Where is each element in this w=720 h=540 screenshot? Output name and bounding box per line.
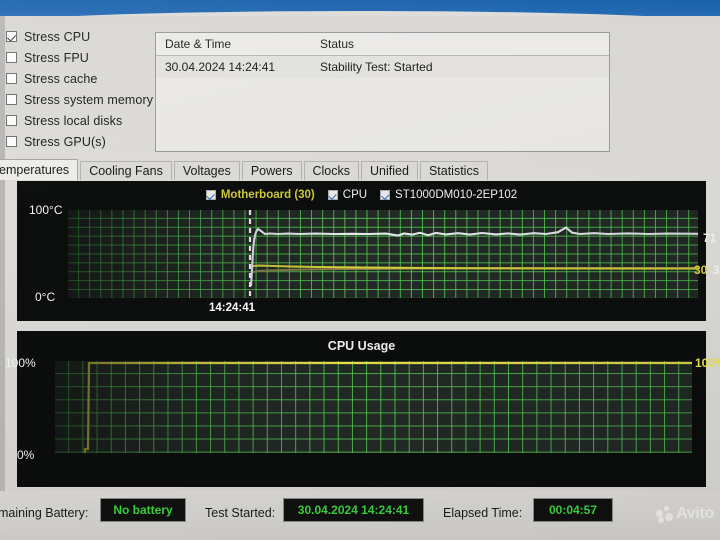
- test-started-label: Test Started:: [205, 506, 276, 520]
- stress-option-local-disks[interactable]: Stress local disks: [6, 110, 156, 131]
- cpu-usage-series-svg: [83, 361, 692, 453]
- checkbox-icon[interactable]: [6, 52, 17, 63]
- event-log-table[interactable]: Date & Time Status 30.04.2024 14:24:41 S…: [155, 32, 610, 152]
- tab-powers[interactable]: Powers: [241, 161, 302, 180]
- temp-value-cpu: 71: [703, 231, 717, 245]
- stress-option-label: Stress FPU: [24, 50, 89, 65]
- tab-label: Powers: [250, 164, 293, 178]
- cpu-usage-title: CPU Usage: [327, 339, 396, 353]
- battery-value: No battery: [100, 498, 186, 522]
- window-left-edge: [0, 16, 5, 540]
- stress-option-label: Stress system memory: [24, 92, 154, 107]
- checkbox-checked-icon[interactable]: [6, 31, 17, 42]
- battery-label: maining Battery:: [0, 506, 89, 520]
- checkbox-icon[interactable]: [6, 94, 17, 105]
- temperature-graph-panel[interactable]: Motherboard (30) CPU ST1000DM010-2EP102 …: [17, 181, 720, 321]
- temp-axis-label-bottom: 0°C: [35, 290, 56, 304]
- checkbox-checked-icon[interactable]: [327, 190, 338, 200]
- temp-value-hdd: 32: [713, 263, 720, 277]
- elapsed-time-label: Elapsed Time:: [443, 506, 523, 520]
- stress-option-fpu[interactable]: Stress FPU: [6, 47, 156, 68]
- stress-option-system-memory[interactable]: Stress system memory: [6, 89, 156, 110]
- temp-value-motherboard: 30: [694, 263, 708, 277]
- checkbox-checked-icon[interactable]: [380, 190, 391, 200]
- test-started-value: 30.04.2024 14:24:41: [283, 498, 424, 522]
- tab-label: emperatures: [0, 163, 70, 177]
- elapsed-time-value: 00:04:57: [533, 498, 613, 522]
- stress-option-label: Stress cache: [24, 71, 98, 86]
- column-header-status: Status: [320, 37, 355, 51]
- legend-label: Motherboard (30): [220, 189, 315, 201]
- legend-item-cpu[interactable]: CPU: [327, 189, 368, 201]
- checkbox-icon[interactable]: [6, 136, 17, 147]
- temperature-legend: Motherboard (30) CPU ST1000DM010-2EP102: [17, 189, 706, 201]
- stress-options-list: Stress CPU Stress FPU Stress cache Stres…: [6, 26, 156, 152]
- cpu-axis-label-top: 100%: [5, 356, 36, 370]
- tab-label: Statistics: [428, 164, 479, 178]
- temperature-series-svg: [248, 210, 698, 298]
- cell-datetime: 30.04.2024 14:24:41: [165, 60, 276, 74]
- checkbox-checked-icon[interactable]: [205, 190, 216, 200]
- legend-label: CPU: [342, 189, 368, 201]
- table-row[interactable]: 30.04.2024 14:24:41 Stability Test: Star…: [156, 56, 609, 78]
- avito-watermark: Avito: [656, 505, 714, 523]
- temperature-plot-area: [68, 210, 698, 298]
- stress-option-cache[interactable]: Stress cache: [6, 68, 156, 89]
- temp-marker-time-label: 14:24:41: [209, 302, 256, 314]
- tab-statistics[interactable]: Statistics: [419, 161, 488, 180]
- stress-option-label: Stress local disks: [24, 113, 123, 128]
- tab-label: Clocks: [312, 164, 351, 178]
- avito-logo-text: Avito: [676, 505, 714, 522]
- stress-option-cpu[interactable]: Stress CPU: [6, 26, 156, 47]
- stress-option-label: Stress GPU(s): [24, 134, 106, 149]
- checkbox-icon[interactable]: [6, 73, 17, 84]
- tab-label: Cooling Fans: [89, 164, 163, 178]
- tab-unified[interactable]: Unified: [361, 161, 418, 180]
- table-header-row: Date & Time Status: [156, 33, 609, 56]
- cell-status: Stability Test: Started: [320, 60, 433, 74]
- stress-option-label: Stress CPU: [24, 29, 91, 44]
- tab-clocks[interactable]: Clocks: [303, 161, 360, 180]
- tab-bar: emperatures Cooling Fans Voltages Powers…: [0, 159, 490, 180]
- cpu-usage-plot-area: [55, 361, 692, 453]
- column-header-datetime: Date & Time: [165, 37, 232, 51]
- monitor-photo: Stress CPU Stress FPU Stress cache Stres…: [0, 0, 720, 540]
- tab-cooling-fans[interactable]: Cooling Fans: [80, 161, 172, 180]
- tab-voltages[interactable]: Voltages: [173, 161, 240, 180]
- checkbox-icon[interactable]: [6, 115, 17, 126]
- cpu-axis-label-bottom: 0%: [17, 448, 35, 462]
- temp-axis-label-top: 100°C: [29, 203, 63, 217]
- legend-item-hdd[interactable]: ST1000DM010-2EP102: [380, 189, 517, 201]
- legend-item-motherboard[interactable]: Motherboard (30): [205, 189, 315, 201]
- tab-label: Voltages: [182, 164, 231, 178]
- cpu-usage-graph-panel[interactable]: CPU Usage 100% 0% 100%: [5, 331, 720, 487]
- status-bar: maining Battery: No battery Test Started…: [0, 491, 720, 540]
- tab-label: Unified: [370, 164, 409, 178]
- legend-label: ST1000DM010-2EP102: [395, 189, 518, 201]
- avito-logo-icon: [656, 505, 674, 523]
- stress-option-gpus[interactable]: Stress GPU(s): [6, 131, 156, 152]
- cpu-usage-value-right: 100%: [695, 356, 720, 370]
- tab-temperatures[interactable]: emperatures: [0, 159, 79, 180]
